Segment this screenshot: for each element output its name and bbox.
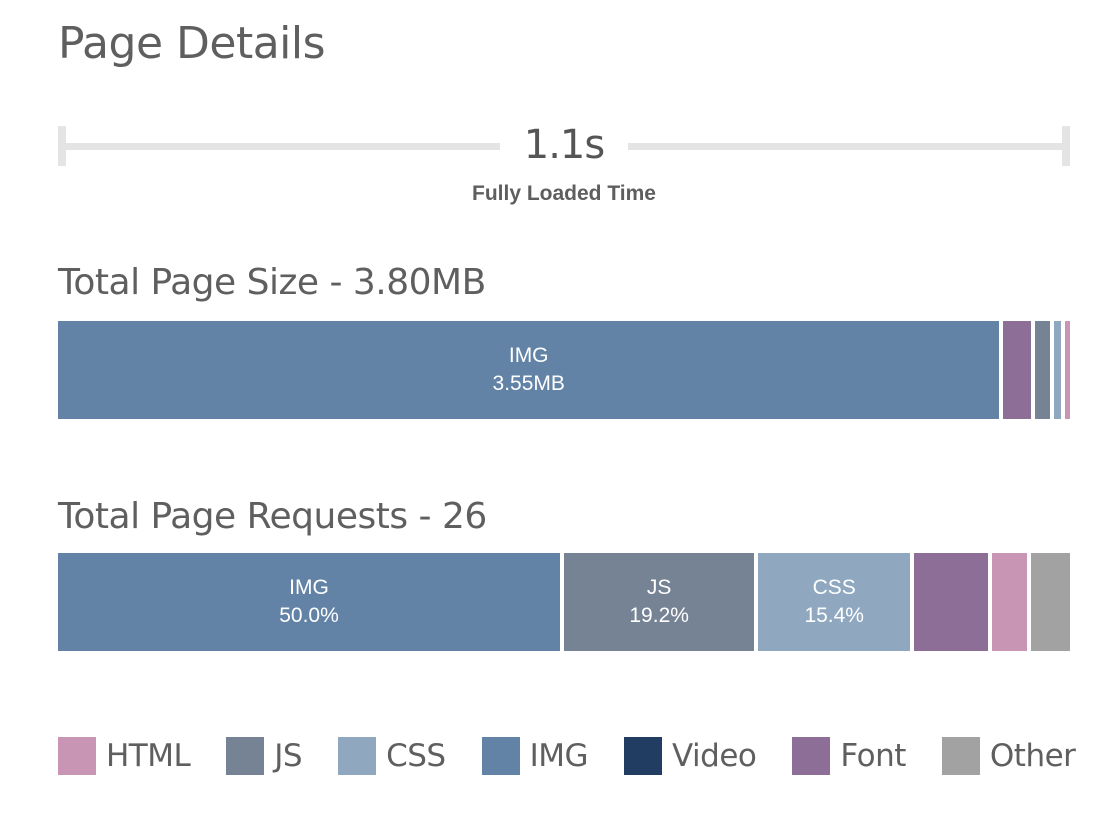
page-size-label-img-value: 3.55MB	[492, 372, 565, 395]
legend-label-css: CSS	[386, 738, 446, 774]
legend-label-font: Font	[840, 738, 906, 774]
legend-label-js: JS	[274, 738, 303, 774]
page-size-segment-font	[1003, 321, 1036, 419]
legend-item-js: JS	[226, 737, 303, 775]
legend-swatch-img	[481, 737, 520, 775]
legend-swatch-css	[338, 737, 377, 775]
page-requests-label-css-value: 15.4%	[804, 604, 864, 627]
page-size-bar: IMG 3.55MB	[58, 321, 1070, 419]
legend-swatch-html	[58, 737, 96, 775]
page-size-segment-html	[1064, 321, 1070, 419]
page-requests-bar: IMG 50.0% JS 19.2% CSS 15.4%	[58, 553, 1070, 651]
legend-item-other: Other	[941, 737, 1076, 775]
page-size-segment-js	[1035, 321, 1054, 419]
page-requests-title: Total Page Requests - 26	[58, 496, 487, 537]
legend-item-html: HTML	[58, 737, 191, 775]
page-size-label-img-name: IMG	[508, 344, 549, 367]
page-size-segment-img: IMG 3.55MB	[58, 321, 1004, 419]
page-requests-segment-other	[1031, 553, 1070, 651]
page-requests-label-js-value: 19.2%	[629, 604, 689, 627]
fully-loaded-time-value: 1.1s	[523, 122, 605, 168]
legend-item-img: IMG	[481, 737, 589, 775]
load-time-timeline: 1.1s	[58, 122, 1070, 168]
legend-swatch-video	[624, 737, 663, 775]
legend-item-css: CSS	[338, 737, 446, 775]
page-requests-segment-html	[992, 553, 1032, 651]
legend-item-video: Video	[624, 737, 757, 775]
legend-swatch-other	[941, 737, 980, 775]
page-requests-label-css-name: CSS	[812, 576, 856, 599]
legend-label-other: Other	[989, 738, 1076, 774]
legend: HTML JS CSS IMG Video Font Other	[58, 736, 1076, 776]
page-title: Page Details	[58, 18, 326, 69]
page-requests-segment-img: IMG 50.0%	[58, 553, 564, 651]
fully-loaded-time-label: Fully Loaded Time	[472, 182, 656, 205]
page-requests-segment-js: JS 19.2%	[564, 553, 759, 651]
page-requests-label-img-name: IMG	[289, 576, 329, 599]
legend-item-font: Font	[792, 737, 906, 775]
legend-label-img: IMG	[529, 738, 589, 774]
page-requests-segment-font	[914, 553, 993, 651]
legend-label-video: Video	[672, 738, 757, 774]
legend-swatch-js	[226, 737, 265, 775]
page-requests-label-img-value: 50.0%	[279, 604, 339, 627]
page-requests-label-js-name: JS	[646, 576, 672, 599]
page-size-title: Total Page Size - 3.80MB	[58, 262, 486, 303]
legend-label-html: HTML	[106, 738, 191, 774]
legend-swatch-font	[792, 737, 831, 775]
page-requests-segment-css: CSS 15.4%	[758, 553, 915, 651]
page-size-segment-css	[1054, 321, 1065, 419]
